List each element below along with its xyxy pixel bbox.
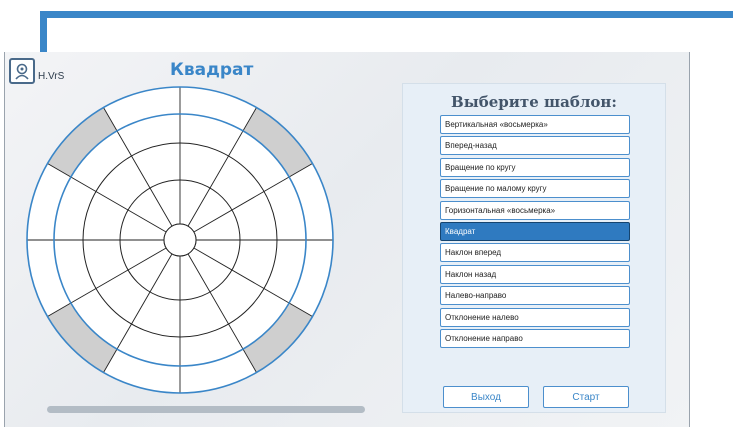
logo-text: H.VrS <box>38 70 65 82</box>
panel-title: Выберите шаблон: <box>451 93 617 111</box>
template-item[interactable]: Вращение по малому кругу <box>440 179 630 199</box>
page-title: Квадрат <box>170 60 254 80</box>
template-item[interactable]: Отклонение направо <box>440 328 630 348</box>
template-item[interactable]: Налево-направо <box>440 286 630 306</box>
template-item[interactable]: Вращение по кругу <box>440 157 630 177</box>
template-panel: Выберите шаблон: Вертикальная «восьмерка… <box>402 83 666 413</box>
exit-button[interactable]: Выход <box>443 386 529 408</box>
app-logo: H.VrS <box>9 58 64 84</box>
start-button[interactable]: Старт <box>543 386 629 408</box>
template-list: Вертикальная «восьмерка» Вперед-назад Вращ… <box>440 115 630 350</box>
template-item[interactable]: Отклонение налево <box>440 307 630 327</box>
template-item[interactable]: Вперед-назад <box>440 136 630 156</box>
template-item[interactable]: Квадрат <box>440 221 630 241</box>
template-item[interactable]: Горизонтальная «восьмерка» <box>440 200 630 220</box>
template-item[interactable]: Наклон назад <box>440 264 630 284</box>
template-item[interactable]: Вертикальная «восьмерка» <box>440 115 630 134</box>
horizontal-scrollbar[interactable] <box>47 406 365 413</box>
center-circle <box>163 223 197 257</box>
person-target-icon <box>9 58 35 84</box>
target-wheel <box>26 86 334 394</box>
accent-top-bar <box>40 11 733 18</box>
template-item[interactable]: Наклон вперед <box>440 243 630 263</box>
accent-left-bar <box>40 11 47 53</box>
